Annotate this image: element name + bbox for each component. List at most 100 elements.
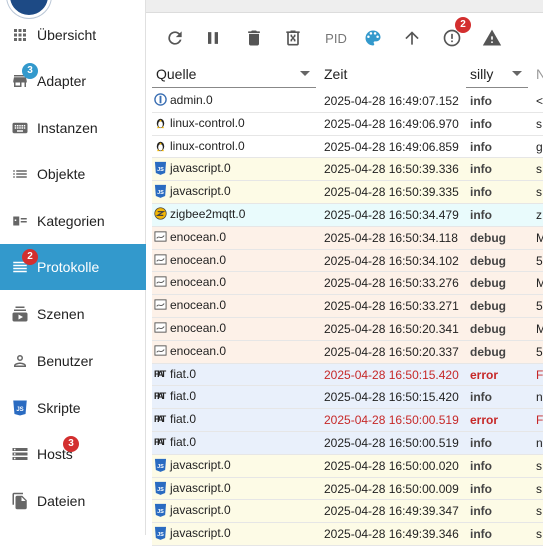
log-time-cell: 2025-04-28 16:50:20.341: [324, 321, 459, 336]
log-source-text: fiat.0: [170, 366, 197, 381]
warning-filter-button[interactable]: [477, 22, 507, 54]
log-source-text: enocean.0: [170, 252, 227, 267]
log-row[interactable]: JS javascript.0 2025-04-28 16:50:00.020 inf…: [152, 454, 543, 478]
subscriptions-icon: [11, 305, 29, 323]
js-adapter-icon: JS: [154, 458, 167, 472]
log-row[interactable]: linux-control.0 2025-04-28 16:49:06.970 in…: [152, 112, 543, 136]
time-column: Zeit: [320, 60, 462, 88]
log-source-cell: enocean.0: [154, 343, 320, 359]
category-icon: [11, 212, 29, 230]
source-filter-underline: [152, 87, 316, 88]
pause-button[interactable]: [198, 22, 228, 54]
sidebar-item-uebersicht[interactable]: Übersicht: [0, 12, 146, 58]
log-message-cell: M: [536, 230, 543, 245]
log-time-cell: 2025-04-28 16:50:00.020: [324, 458, 459, 473]
log-source-cell: JS javascript.0: [154, 525, 320, 541]
severity-filter-select[interactable]: silly: [466, 60, 528, 88]
svg-text:JS: JS: [157, 487, 164, 493]
log-message-cell: M: [536, 321, 543, 336]
log-source-text: enocean.0: [170, 343, 227, 358]
warning-icon: [482, 29, 502, 46]
sidebar-item-hosts[interactable]: Hosts 3: [0, 431, 146, 477]
chevron-down-icon: [512, 71, 522, 76]
enocean-adapter-icon: [154, 298, 167, 312]
log-row[interactable]: admin.0 2025-04-28 16:49:07.152 info <: [152, 90, 543, 113]
log-row[interactable]: enocean.0 2025-04-28 16:50:34.118 debug M: [152, 226, 543, 250]
js-adapter-icon: JS: [154, 161, 167, 176]
sidebar-item-label: Kategorien: [37, 213, 105, 229]
js-adapter-icon: JS: [154, 526, 167, 541]
log-row[interactable]: enocean.0 2025-04-28 16:50:33.276 debug M: [152, 272, 543, 296]
sidebar-badge: 3: [22, 63, 38, 79]
log-severity-cell: debug: [470, 344, 506, 359]
message-column-header: N: [536, 66, 543, 82]
sidebar-item-label: Dateien: [37, 493, 86, 509]
zigbee-adapter-icon: [154, 207, 167, 221]
scroll-top-button[interactable]: [397, 22, 427, 54]
sidebar-item-dateien[interactable]: Dateien: [0, 478, 146, 524]
log-time-cell: 2025-04-28 16:50:15.420: [324, 367, 459, 382]
log-message-cell: z: [536, 207, 542, 222]
log-severity-cell: info: [470, 116, 492, 131]
log-source-cell: enocean.0: [154, 320, 320, 336]
log-row[interactable]: enocean.0 2025-04-28 16:50:34.102 debug 5: [152, 249, 543, 273]
log-row[interactable]: enocean.0 2025-04-28 16:50:33.271 debug 5: [152, 295, 543, 318]
log-source-text: admin.0: [170, 93, 213, 107]
sidebar-item-szenen[interactable]: Szenen: [0, 291, 146, 337]
log-message-cell: 5: [536, 253, 543, 268]
log-row[interactable]: enocean.0 2025-04-28 16:50:20.337 debug 5: [152, 340, 543, 364]
person-icon: [11, 352, 29, 370]
log-severity-cell: debug: [470, 230, 506, 245]
log-row[interactable]: FIAT fiat.0 2025-04-28 16:50:15.420 info n: [152, 386, 543, 410]
sidebar-item-adapter[interactable]: Adapter 3: [0, 58, 146, 104]
log-row[interactable]: FIAT fiat.0 2025-04-28 16:50:15.420 error F: [152, 363, 543, 387]
log-source-cell: enocean.0: [154, 229, 320, 245]
log-time-cell: 2025-04-28 16:50:20.337: [324, 344, 459, 359]
log-row[interactable]: enocean.0 2025-04-28 16:50:20.341 debug M: [152, 317, 543, 341]
log-time-cell: 2025-04-28 16:50:34.479: [324, 207, 459, 222]
log-message-cell: 5: [536, 299, 543, 314]
log-source-cell: JS javascript.0: [154, 160, 320, 176]
log-message-cell: M: [536, 276, 543, 291]
log-source-cell: linux-control.0: [154, 138, 320, 154]
delete-file-button[interactable]: [278, 22, 308, 54]
source-filter-select[interactable]: Quelle: [152, 60, 316, 88]
sidebar-item-label: Objekte: [37, 166, 86, 182]
pid-toggle-button[interactable]: PID: [318, 22, 354, 54]
tux-adapter-icon: [154, 116, 167, 130]
log-row[interactable]: FIAT fiat.0 2025-04-28 16:50:00.519 info n: [152, 431, 543, 455]
svg-text:JS: JS: [157, 168, 164, 174]
sidebar-item-objekte[interactable]: Objekte: [0, 151, 146, 197]
log-row[interactable]: JS javascript.0 2025-04-28 16:49:39.347 inf…: [152, 500, 543, 524]
sidebar-item-instanzen[interactable]: Instanzen: [0, 105, 146, 151]
log-table-header: Quelle Zeit silly N: [152, 60, 543, 90]
log-row[interactable]: linux-control.0 2025-04-28 16:49:06.859 in…: [152, 135, 543, 159]
log-row[interactable]: JS javascript.0 2025-04-28 16:50:39.335 inf…: [152, 181, 543, 204]
refresh-button[interactable]: [160, 22, 190, 54]
sidebar-item-benutzer[interactable]: Benutzer: [0, 338, 146, 384]
log-severity-cell: info: [470, 504, 492, 519]
log-row[interactable]: JS javascript.0 2025-04-28 16:50:00.009 inf…: [152, 477, 543, 501]
log-source-text: linux-control.0: [170, 115, 245, 130]
app-header-strip: [146, 0, 543, 13]
log-time-cell: 2025-04-28 16:49:06.859: [324, 139, 459, 154]
color-palette-button[interactable]: [358, 22, 388, 54]
svg-text:JS: JS: [157, 510, 164, 516]
log-row[interactable]: FIAT fiat.0 2025-04-28 16:50:00.519 error F: [152, 409, 543, 432]
log-severity-cell: debug: [470, 321, 506, 336]
sidebar-item-skripte[interactable]: JS Skripte: [0, 385, 146, 431]
sidebar-item-protokolle[interactable]: Protokolle 2: [0, 244, 146, 290]
log-source-text: fiat.0: [170, 434, 197, 449]
enocean-adapter-icon: [154, 253, 167, 267]
delete-button[interactable]: [239, 22, 269, 54]
log-severity-cell: info: [470, 185, 492, 200]
log-time-cell: 2025-04-28 16:49:39.346: [324, 527, 459, 542]
log-source-cell: enocean.0: [154, 297, 320, 313]
log-message-cell: s: [536, 162, 542, 177]
log-row[interactable]: zigbee2mqtt.0 2025-04-28 16:50:34.479 info…: [152, 203, 543, 227]
enocean-adapter-icon: [154, 321, 167, 335]
log-row[interactable]: JS javascript.0 2025-04-28 16:50:39.336 inf…: [152, 158, 543, 182]
log-time-cell: 2025-04-28 16:49:39.347: [324, 504, 459, 519]
sidebar-item-kategorien[interactable]: Kategorien: [0, 198, 146, 244]
error-filter-button[interactable]: 2: [437, 17, 471, 54]
